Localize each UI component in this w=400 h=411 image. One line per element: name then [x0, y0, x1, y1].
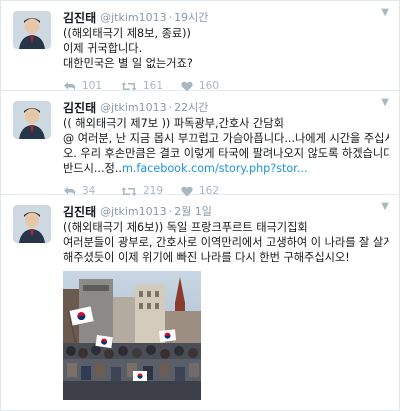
chevron-down-icon[interactable]: ▼ [381, 97, 389, 108]
tweet[interactable]: ▼ 김진태 @jtkim1013 · 22시간 (( 해외태극기 제7보 )) … [1, 91, 399, 197]
chevron-down-icon[interactable]: ▼ [381, 7, 389, 18]
timestamp[interactable]: 22시간 [174, 99, 208, 115]
username[interactable]: @jtkim1013 [100, 11, 167, 24]
avatar[interactable] [13, 205, 51, 243]
tweet-line: 이제 귀국합니다. [63, 42, 143, 55]
tweet-text: ((해외태극기 제8보, 종료)) 이제 귀국합니다. 대한민국은 별 일 없는… [63, 26, 389, 71]
heart-icon [181, 81, 193, 91]
avatar[interactable] [13, 11, 51, 49]
tweet-photo[interactable] [63, 271, 201, 400]
username[interactable]: @jtkim1013 [100, 101, 167, 114]
tweet-line: ((해외태극기 제6보)) 독일 프랑크푸르트 태극기집회 [63, 221, 308, 234]
tweet[interactable]: ▼ 김진태 @jtkim1013 · 19시간 ((해외태극기 제8보, 종료)… [1, 1, 399, 92]
timestamp[interactable]: 2월 1일 [174, 203, 212, 219]
tweet-text-tail: 반드시...정.. [63, 162, 122, 175]
timeline: ▼ 김진태 @jtkim1013 · 19시간 ((해외태극기 제8보, 종료)… [0, 0, 400, 411]
tweet-line: (( 해외태극기 제7보 )) 파독광부,간호사 간담회 [63, 117, 284, 130]
username[interactable]: @jtkim1013 [100, 205, 167, 218]
facebook-link[interactable]: m.facebook.com/story.php?stor... [122, 162, 308, 175]
separator: · [168, 10, 173, 24]
tweet-line: 오. 우리 후손만큼은 결코 이렇게 타국에 팔려나오지 않도록 하겠습니다. [63, 147, 389, 160]
separator: · [168, 204, 173, 218]
avatar[interactable] [13, 101, 51, 139]
tweet-line: ((해외태극기 제8보, 종료)) [63, 27, 191, 40]
tweet-line: 해주셨듯이 이제 위기에 빠진 나라를 다시 한번 구해주십시오! [63, 251, 350, 264]
reply-icon [64, 81, 75, 91]
separator: · [168, 100, 173, 114]
chevron-down-icon[interactable]: ▼ [381, 201, 389, 212]
tweet-header: 김진태 @jtkim1013 · 2월 1일 [63, 203, 389, 219]
tweet-text: ((해외태극기 제6보)) 독일 프랑크푸르트 태극기집회 여러분들이 광부로,… [63, 220, 389, 265]
tweet-line: @ 여러분, 난 지금 몹시 부끄럽고 가슴아픕니다...나에게 시간을 주십시 [63, 132, 389, 145]
tweet-header: 김진태 @jtkim1013 · 19시간 [63, 9, 389, 25]
tweet-line: 대한민국은 별 일 없는거죠? [63, 57, 193, 70]
tweet-header: 김진태 @jtkim1013 · 22시간 [63, 99, 389, 115]
display-name[interactable]: 김진태 [63, 9, 96, 26]
display-name[interactable]: 김진태 [63, 99, 96, 116]
tweet-text: (( 해외태극기 제7보 )) 파독광부,간호사 간담회 @ 여러분, 난 지금… [63, 116, 389, 176]
tweet-line: 반드시...정..m.facebook.com/story.php?stor..… [63, 161, 389, 176]
tweet-line: 여러분들이 광부로, 간호사로 이역만리에서 고생하여 이 나라를 잘 살게 [63, 236, 389, 249]
timestamp[interactable]: 19시간 [174, 9, 208, 25]
retweet-icon [121, 81, 137, 91]
display-name[interactable]: 김진태 [63, 203, 96, 220]
tweet[interactable]: ▼ 김진태 @jtkim1013 · 2월 1일 ((해외태극기 제6보)) 독… [1, 195, 399, 410]
